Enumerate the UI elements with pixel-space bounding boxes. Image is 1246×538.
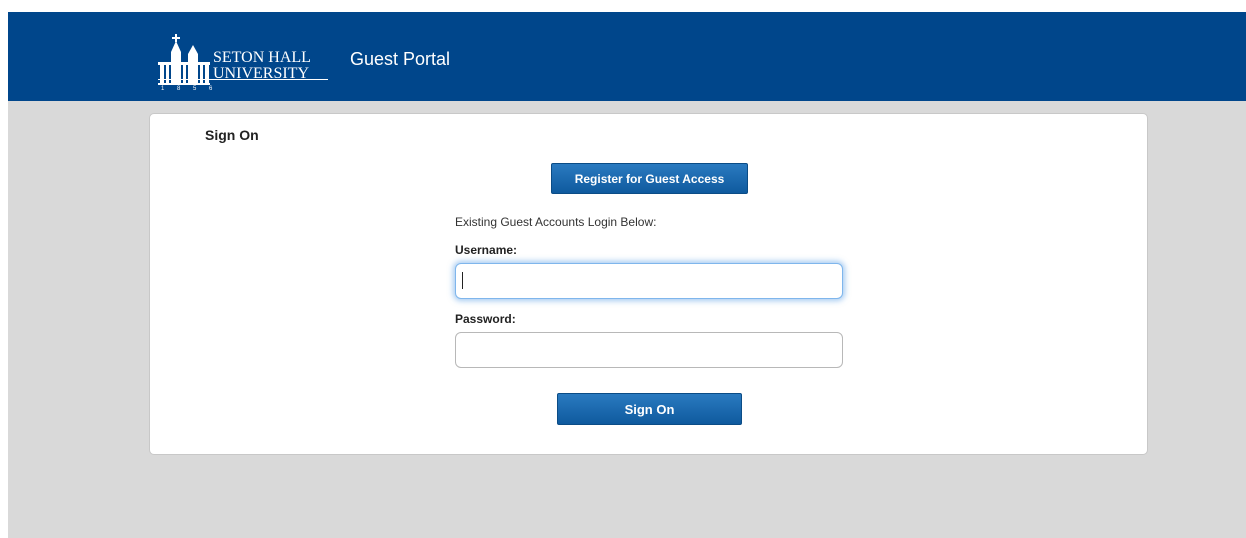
username-input[interactable] [455, 263, 843, 299]
password-label: Password: [455, 312, 516, 326]
logo-year-digit-4: 6 [209, 86, 213, 92]
logo-name-line1: SETON HALL [213, 49, 311, 66]
logo-year-digit-2: 8 [177, 86, 181, 92]
username-label: Username: [455, 243, 518, 257]
existing-accounts-help-text: Existing Guest Accounts Login Below: [455, 215, 657, 229]
password-input[interactable] [455, 332, 843, 368]
page-frame: SETON HALL UNIVERSITY 1 8 5 6 Guest Port… [8, 12, 1246, 538]
card-title: Sign On [205, 127, 259, 143]
logo-year-digit-3: 5 [193, 86, 197, 92]
text-cursor [462, 272, 463, 289]
header-bar: SETON HALL UNIVERSITY 1 8 5 6 Guest Port… [8, 12, 1246, 101]
logo-rule [158, 79, 328, 80]
chapel-crest-icon [158, 34, 210, 85]
university-logo[interactable]: SETON HALL UNIVERSITY 1 8 5 6 [158, 32, 330, 94]
sign-on-card: Sign On Register for Guest Access Existi… [149, 113, 1148, 455]
sign-on-button[interactable]: Sign On [557, 393, 742, 425]
portal-title: Guest Portal [350, 49, 451, 69]
register-guest-access-button[interactable]: Register for Guest Access [551, 163, 748, 194]
logo-year-digit-1: 1 [161, 86, 165, 92]
